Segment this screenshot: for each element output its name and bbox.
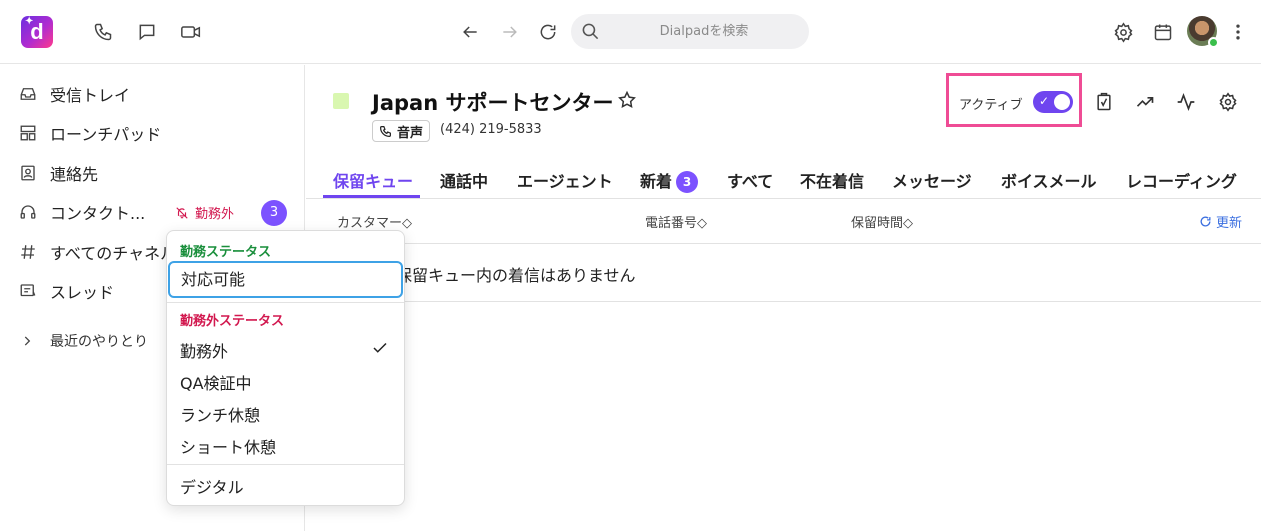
tab-messages[interactable]: メッセージ — [892, 168, 972, 192]
video-icon[interactable] — [179, 20, 203, 44]
clipboard-icon[interactable] — [1092, 90, 1116, 114]
voice-channel-chip: 音声 — [372, 120, 431, 142]
queue-color-swatch — [333, 93, 349, 109]
status-option-short-break[interactable]: ショート休憩 — [180, 434, 276, 458]
active-toggle-group: アクティブ ✓ — [946, 73, 1082, 127]
sidebar-item-label: コンタクト... — [50, 204, 146, 223]
queue-tabs: 保留キュー 通話中 エージェント 新着 3 すべて 不在着信 メッセージ ボイスメ… — [306, 163, 1261, 199]
tab-recordings[interactable]: レコーディング — [1126, 168, 1237, 192]
reload-icon[interactable] — [536, 20, 560, 44]
column-header-phone[interactable]: 電話番号◇ — [645, 212, 707, 231]
sort-icon: ◇ — [402, 216, 413, 231]
sidebar-item-launchpad[interactable]: ローンチパッド — [18, 121, 161, 145]
status-option-off-duty[interactable]: 勤務外 — [180, 338, 228, 362]
search-icon — [581, 22, 600, 45]
tab-voicemail[interactable]: ボイスメール — [1001, 168, 1097, 192]
status-option-digital[interactable]: デジタル — [180, 474, 244, 498]
star-icon[interactable] — [617, 90, 637, 114]
duty-status-dropdown: 勤務ステータス 対応可能 勤務外ステータス 勤務外 QA検証中 ランチ休憩 ショ… — [166, 230, 405, 506]
arrow-right-icon[interactable] — [498, 20, 522, 44]
check-icon: ✓ — [1039, 94, 1050, 108]
top-bar: ✦ d Dialpadを検索 — [0, 0, 1261, 64]
status-option-qa[interactable]: QA検証中 — [180, 370, 252, 394]
divider — [306, 243, 1261, 244]
calendar-icon[interactable] — [1151, 20, 1175, 44]
arrow-left-icon[interactable] — [458, 20, 482, 44]
sidebar-item-label: 受信トレイ — [50, 86, 131, 105]
tab-agents[interactable]: エージェント — [517, 168, 613, 192]
trending-up-icon[interactable] — [1133, 90, 1157, 114]
thread-icon — [18, 281, 38, 301]
recent-label: 最近のやりとり — [50, 334, 148, 350]
headset-icon — [18, 202, 38, 222]
sidebar-item-contact-center[interactable]: コンタクト... — [18, 200, 145, 224]
active-toggle[interactable]: ✓ — [1033, 91, 1073, 113]
tab-all[interactable]: すべて — [727, 168, 773, 192]
contact-center-count-badge: 3 — [261, 200, 287, 226]
checkmark-icon — [371, 339, 389, 361]
recent-conversations-toggle[interactable]: 最近のやりとり — [20, 331, 148, 351]
chat-icon[interactable] — [135, 20, 159, 44]
sidebar-item-label: スレッド — [50, 283, 115, 302]
active-label: アクティブ — [959, 98, 1023, 113]
activity-icon[interactable] — [1174, 90, 1198, 114]
sidebar-item-label: すべてのチャネル — [50, 244, 177, 263]
search-input[interactable]: Dialpadを検索 — [571, 14, 809, 49]
refresh-button[interactable]: 更新 — [1199, 212, 1242, 231]
launchpad-icon — [18, 123, 38, 143]
divider — [167, 464, 404, 465]
search-placeholder: Dialpadを検索 — [659, 24, 749, 39]
channel-label: 音声 — [397, 125, 424, 141]
chevron-right-icon — [24, 336, 31, 346]
sidebar-item-label: ローンチパッド — [50, 125, 162, 144]
sidebar-item-threads[interactable]: スレッド — [18, 279, 114, 303]
column-header-customer[interactable]: カスタマー◇ — [337, 212, 412, 231]
status-option-available[interactable]: 対応可能 — [168, 261, 403, 298]
sidebar-item-inbox[interactable]: 受信トレイ — [18, 82, 130, 106]
column-label: 電話番号 — [645, 216, 698, 231]
new-count-badge: 3 — [676, 171, 699, 193]
divider — [167, 302, 404, 303]
more-vertical-icon[interactable] — [1226, 20, 1250, 44]
active-tab-indicator — [323, 195, 420, 198]
sidebar-item-all-channels[interactable]: すべてのチャネル — [18, 240, 176, 264]
settings-icon[interactable] — [1111, 20, 1135, 44]
divider — [306, 301, 1261, 302]
inbox-icon — [18, 84, 38, 104]
hash-icon — [18, 242, 38, 262]
tab-new[interactable]: 新着 3 — [640, 168, 699, 193]
off-duty-label: 勤務外 — [195, 207, 235, 222]
refresh-icon — [1200, 216, 1211, 227]
on-duty-header: 勤務ステータス — [180, 245, 272, 260]
main-panel: Japan サポートセンター 音声 (424) 219-5833 アクティブ ✓… — [306, 65, 1261, 531]
off-duty-status[interactable]: 勤務外 — [175, 203, 234, 222]
sidebar-item-contacts[interactable]: 連絡先 — [18, 161, 98, 185]
user-avatar[interactable] — [1187, 16, 1219, 48]
toggle-knob — [1054, 94, 1070, 110]
tab-missed[interactable]: 不在着信 — [800, 168, 864, 192]
bell-off-icon — [176, 206, 188, 219]
column-label: カスタマー — [337, 216, 403, 231]
tab-label: 新着 — [640, 172, 673, 191]
phone-icon[interactable] — [91, 20, 115, 44]
off-duty-header: 勤務外ステータス — [180, 314, 285, 329]
empty-state-message: 保留キュー内の着信はありません — [396, 266, 636, 285]
page-title: Japan サポートセンター — [372, 91, 614, 115]
tab-on-call[interactable]: 通話中 — [440, 168, 488, 192]
sort-icon: ◇ — [903, 216, 914, 231]
queue-phone-number: (424) 219-5833 — [440, 122, 542, 137]
sparkle-icon: ✦ — [25, 16, 34, 27]
online-status-dot — [1208, 37, 1219, 48]
phone-icon — [380, 125, 391, 137]
sort-icon: ◇ — [697, 216, 708, 231]
dialpad-logo[interactable]: ✦ d — [21, 16, 53, 48]
contacts-icon — [18, 163, 38, 183]
column-label: 保留時間 — [851, 216, 904, 231]
sidebar-item-label: 連絡先 — [50, 165, 99, 184]
queue-settings-icon[interactable] — [1216, 90, 1240, 114]
refresh-label: 更新 — [1216, 216, 1243, 231]
tab-hold-queue[interactable]: 保留キュー — [333, 168, 413, 192]
column-header-hold-time[interactable]: 保留時間◇ — [851, 212, 913, 231]
status-option-lunch[interactable]: ランチ休憩 — [180, 402, 260, 426]
